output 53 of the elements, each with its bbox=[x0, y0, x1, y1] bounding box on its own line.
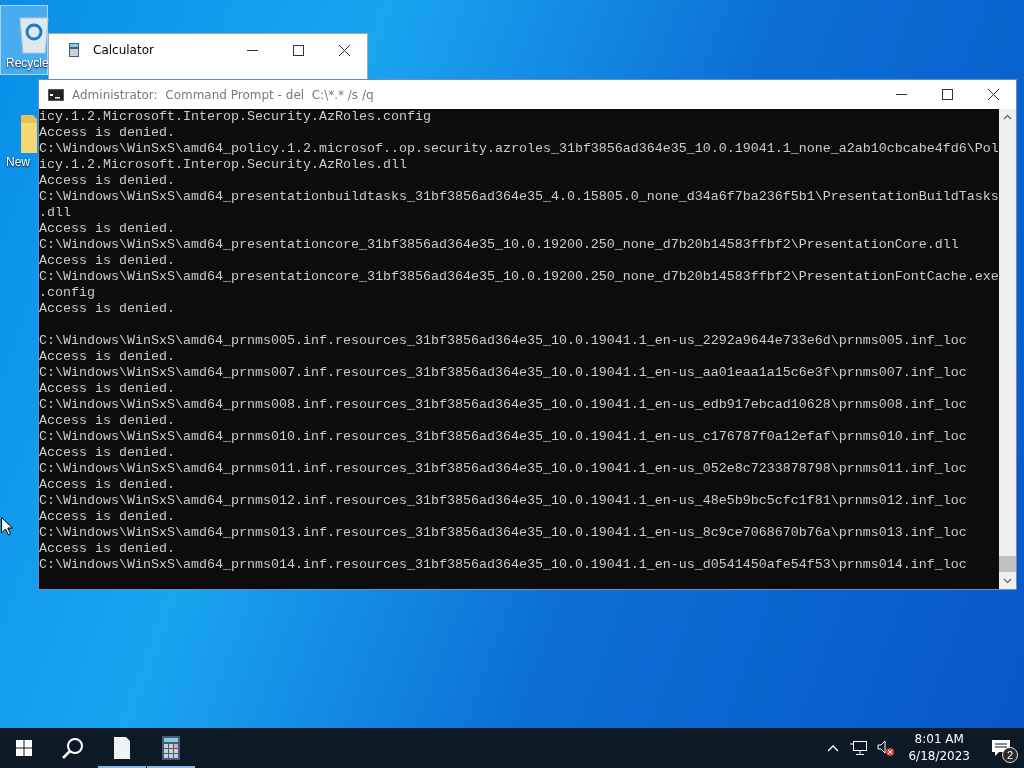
console-line: icy.1.2.Microsoft.Interop.Security.AzRoles.config bbox=[39, 109, 431, 125]
close-icon bbox=[338, 44, 350, 56]
console-line: C:\Windows\WinSxS\amd64_prnms014.inf.resources_31bf3856ad364e35_10.0.19041.1_en-us_d0541450afe54f53\prnms014.inf_loc bbox=[39, 557, 967, 573]
console-line: Access is denied. bbox=[39, 125, 175, 141]
console-line: C:\Windows\WinSxS\amd64_presentationcore_31bf3856ad364e35_10.0.19200.250_none_d7b20b14583ffbf2\PresentationCore.dll bbox=[39, 237, 959, 253]
minimize-icon bbox=[246, 49, 258, 51]
console-line: Access is denied. bbox=[39, 253, 175, 269]
windows-logo-icon bbox=[16, 740, 32, 756]
muted-speaker-icon bbox=[877, 740, 896, 756]
notifications-button[interactable]: 2 bbox=[978, 728, 1024, 768]
console-line: C:\Windows\WinSxS\amd64_prnms010.inf.resources_31bf3856ad364e35_10.0.19041.1_en-us_c176787f0a12efaf\prnms010.inf_loc bbox=[39, 429, 967, 445]
console-line: C:\Windows\WinSxS\amd64_prnms008.inf.resources_31bf3856ad364e35_10.0.19041.1_en-us_edb917ebcad10628\prnms008.inf_loc bbox=[39, 397, 967, 413]
notification-count: 2 bbox=[1002, 747, 1018, 763]
close-icon bbox=[987, 89, 999, 100]
console-line: icy.1.2.Microsoft.Interop.Security.AzRoles.dll bbox=[39, 157, 407, 173]
chevron-up-icon bbox=[827, 744, 840, 752]
console-line: C:\Windows\WinSxS\amd64_prnms012.inf.resources_31bf3856ad364e35_10.0.19041.1_en-us_48e5b9bc5cfc1f81\prnms012.inf_loc bbox=[39, 493, 967, 509]
clock[interactable]: 8:01 AM 6/18/2023 bbox=[900, 728, 978, 768]
window-title: Calculator bbox=[93, 43, 155, 57]
console-icon bbox=[48, 88, 64, 101]
scroll-thumb[interactable] bbox=[999, 556, 1016, 572]
console-line: Access is denied. bbox=[39, 445, 175, 461]
console-line: Access is denied. bbox=[39, 301, 175, 317]
mouse-pointer-icon bbox=[1, 517, 13, 536]
maximize-icon bbox=[292, 44, 304, 56]
console-line: Access is denied. bbox=[39, 477, 175, 493]
search-icon bbox=[62, 737, 84, 759]
desktop-icon-label: Recycle bbox=[5, 56, 49, 70]
minimize-icon bbox=[895, 94, 907, 95]
console-line: C:\Windows\WinSxS\amd64_presentationbuildtasks_31bf3856ad364e35_4.0.15805.0_none_d34a6f7ba236f5b1\PresentationBuildTasks bbox=[39, 189, 999, 205]
window-title: Administrator: Command Prompt - del C:\*.* /s /q bbox=[72, 87, 375, 102]
console-line: Access is denied. bbox=[39, 173, 175, 189]
document-icon bbox=[114, 737, 130, 759]
desktop-icon-label: New bbox=[5, 155, 30, 169]
scrollbar[interactable] bbox=[999, 109, 1016, 589]
maximize-icon bbox=[941, 89, 953, 100]
calculator-icon bbox=[69, 43, 79, 57]
console-line: C:\Windows\WinSxS\amd64_policy.1.2.microsof..op.security.azroles_31bf3856ad364e35_10.0.19041.1_none_a2ab10cbcabe4fd6\Pol bbox=[39, 141, 999, 157]
console-line: C:\Windows\WinSxS\amd64_prnms011.inf.resources_31bf3856ad364e35_10.0.19041.1_en-us_052e8c7233878798\prnms011.inf_loc bbox=[39, 461, 967, 477]
console-line: Access is denied. bbox=[39, 509, 175, 525]
console-line: .dll bbox=[39, 205, 71, 221]
console-line: C:\Windows\WinSxS\amd64_prnms007.inf.resources_31bf3856ad364e35_10.0.19041.1_en-us_aa01eaa1a15c6e3f\prnms007.inf_loc bbox=[39, 365, 967, 381]
console-line: C:\Windows\WinSxS\amd64_prnms013.inf.resources_31bf3856ad364e35_10.0.19041.1_en-us_8c9ce7068670b76a\prnms013.inf_loc bbox=[39, 525, 967, 541]
console-line: Access is denied. bbox=[39, 381, 175, 397]
console-line: .config bbox=[39, 285, 95, 301]
monitor-icon bbox=[849, 740, 868, 756]
console-line: C:\Windows\WinSxS\amd64_prnms005.inf.resources_31bf3856ad364e35_10.0.19041.1_en-us_2292a9644e733e6d\prnms005.inf_loc bbox=[39, 333, 967, 349]
calculator-icon bbox=[162, 736, 180, 760]
console-line: Access is denied. bbox=[39, 541, 175, 557]
console-line: C:\Windows\WinSxS\amd64_presentationcore_31bf3856ad364e35_10.0.19200.250_none_d7b20b14583ffbf2\PresentationFontCache.exe bbox=[39, 269, 999, 285]
console-line: Access is denied. bbox=[39, 413, 175, 429]
console-line: Access is denied. bbox=[39, 221, 175, 237]
console-line: Access is denied. bbox=[39, 349, 175, 365]
